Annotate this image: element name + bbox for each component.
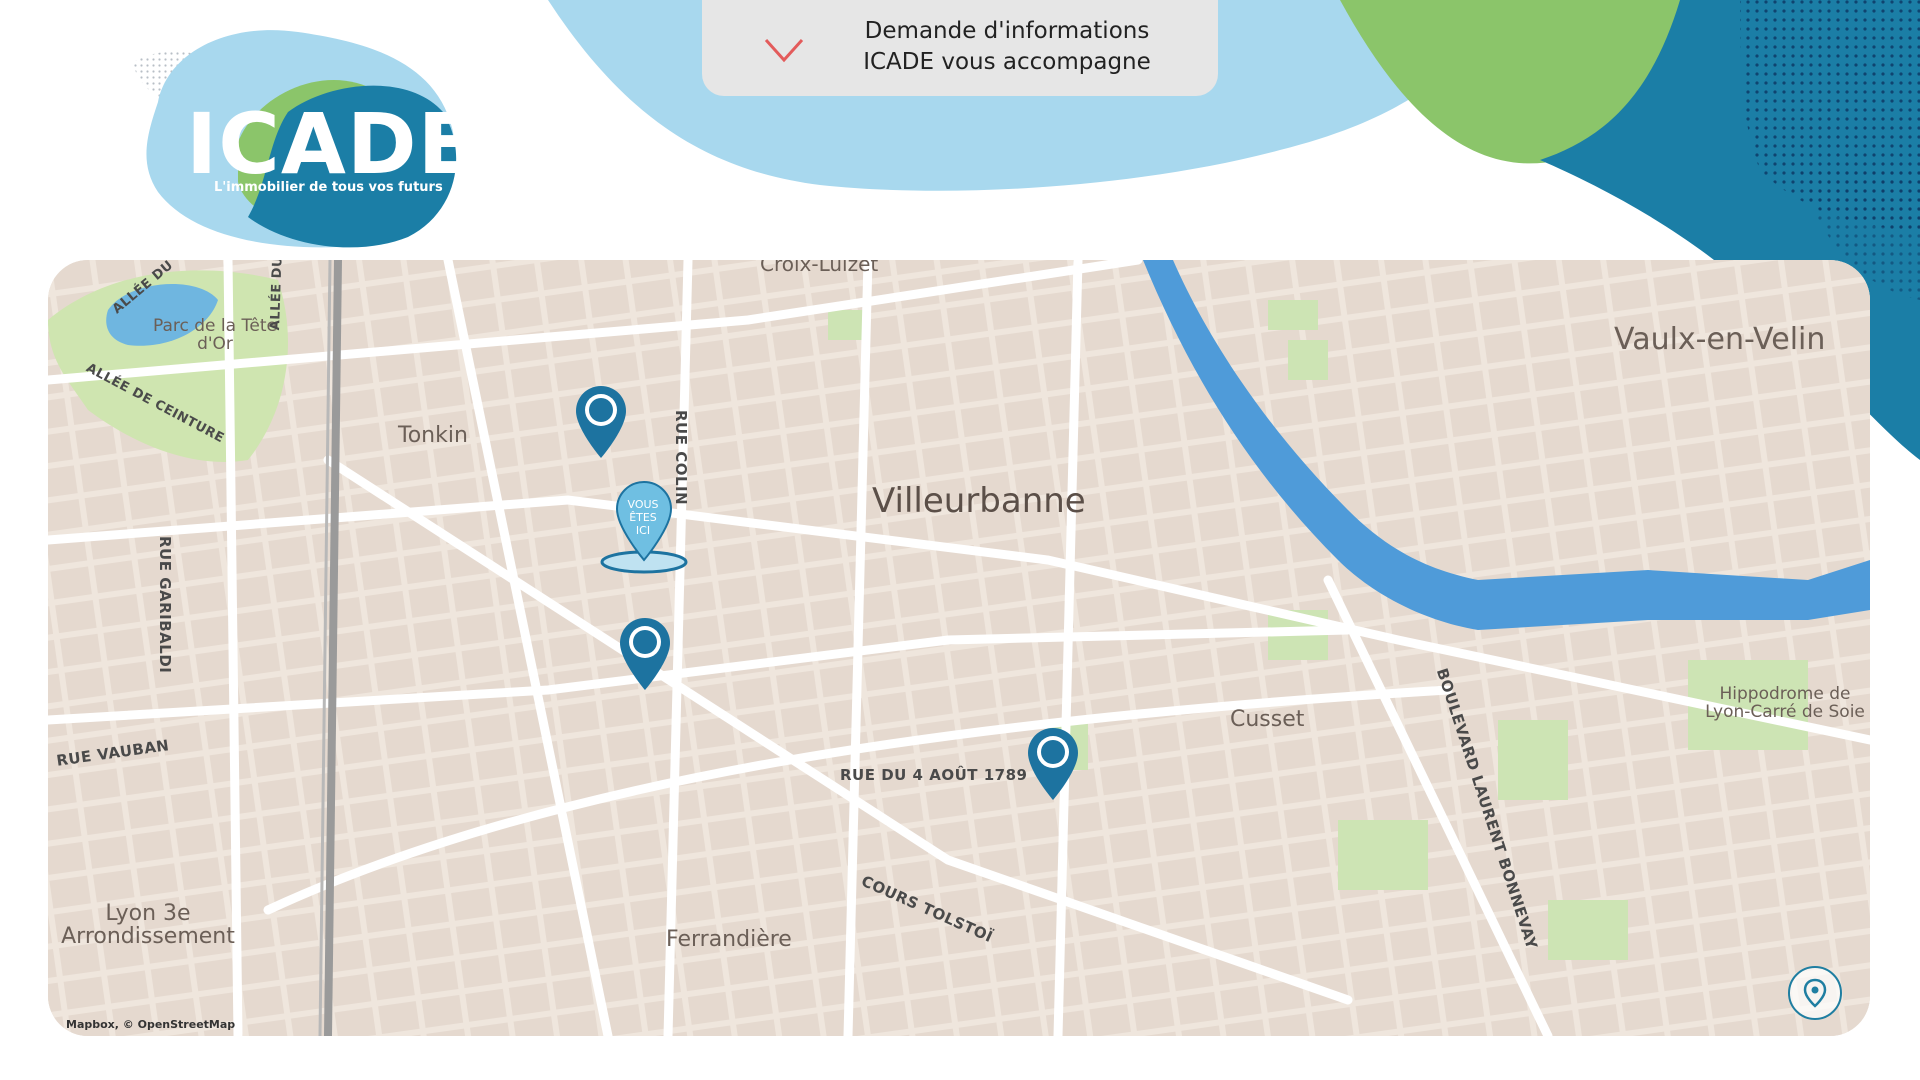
chevron-down-icon <box>764 38 804 63</box>
icade-logo[interactable]: ICADE L'immobilier de tous vos futurs <box>128 22 475 252</box>
map-attribution[interactable]: Mapbox, © OpenStreetMap <box>66 1018 235 1031</box>
you-are-here-text: VOUS ÊTES ICI <box>618 498 668 537</box>
label-vaulx-en-velin: Vaulx-en-Velin <box>1614 322 1826 357</box>
label-cusset: Cusset <box>1230 707 1305 732</box>
logo-wordmark: ICADE <box>186 95 477 193</box>
info-request-line2: ICADE vous accompagne <box>863 49 1151 75</box>
map-view[interactable]: Croix-Luizet Vaulx-en-Velin Parc de la T… <box>48 260 1870 1036</box>
logo-tagline: L'immobilier de tous vos futurs <box>214 180 443 195</box>
info-request-text: Demande d'informations ICADE vous accomp… <box>832 16 1182 78</box>
label-croix-luizet: Croix-Luizet <box>760 260 879 276</box>
you-are-here-line1: VOUS <box>627 498 659 511</box>
you-are-here-line3: ICI <box>635 524 651 537</box>
map-marker-3[interactable] <box>1026 726 1080 802</box>
street-rue-4-aout: RUE DU 4 AOÛT 1789 <box>840 766 1028 784</box>
location-pin-icon <box>1803 978 1827 1008</box>
street-rue-garibaldi: RUE GARIBALDI <box>156 536 174 674</box>
label-hippodrome: Hippodrome de Lyon-Carré de Soie <box>1705 684 1865 722</box>
label-lyon-3e: Lyon 3e Arrondissement <box>61 901 235 950</box>
label-ferrandiere: Ferrandière <box>666 927 792 952</box>
info-request-tab[interactable]: Demande d'informations ICADE vous accomp… <box>702 0 1218 96</box>
label-villeurbanne: Villeurbanne <box>872 481 1086 521</box>
info-request-line1: Demande d'informations <box>864 18 1150 44</box>
label-tonkin: Tonkin <box>398 423 468 448</box>
locate-button[interactable] <box>1788 966 1842 1020</box>
map-marker-2[interactable] <box>618 616 672 692</box>
you-are-here-marker[interactable]: VOUS ÊTES ICI <box>598 478 690 574</box>
you-are-here-line2: ÊTES <box>629 511 657 524</box>
map-marker-1[interactable] <box>574 384 628 460</box>
